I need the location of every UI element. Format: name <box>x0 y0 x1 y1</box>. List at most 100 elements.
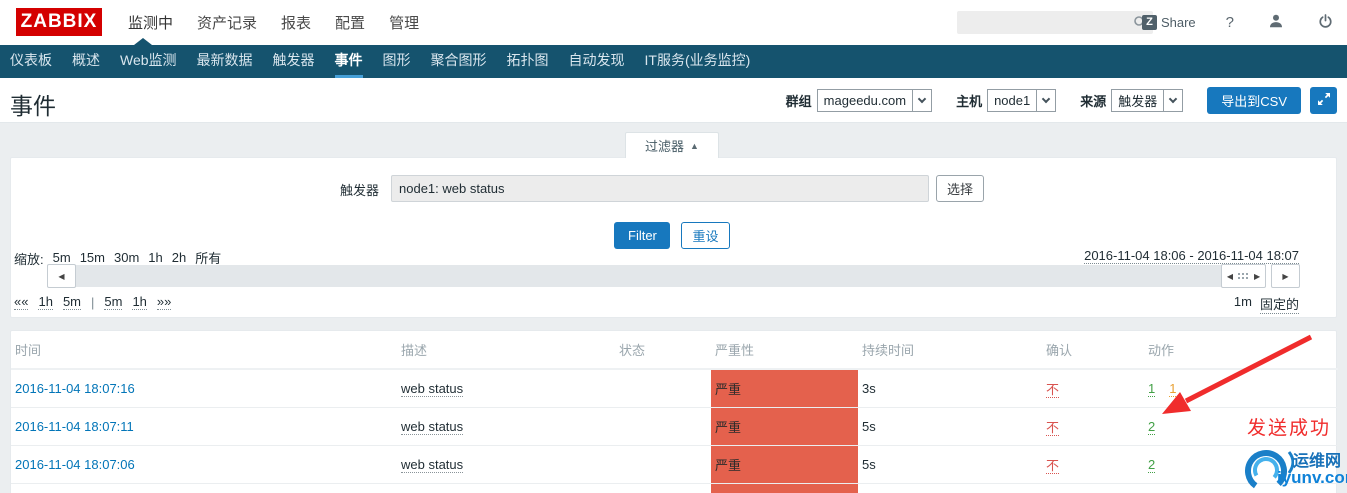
time-nav-links: «« 1h 5m | 5m 1h »» <box>14 294 172 310</box>
subnav-item[interactable]: 概述 <box>72 45 100 78</box>
fullscreen-icon <box>1317 92 1331 109</box>
events-table: 时间 描述 状态 严重性 持续时间 确认 动作 2016-11-04 18:07:16 web… <box>11 331 1338 493</box>
menu-item[interactable]: 管理 <box>389 12 419 33</box>
ack-link[interactable]: 不 <box>1046 420 1060 436</box>
trigger-input[interactable] <box>391 175 929 202</box>
filter-tab-label: 过滤器 <box>645 139 685 154</box>
help-button[interactable]: ? <box>1226 14 1234 31</box>
source-select-value: 触发器 <box>1118 94 1158 109</box>
cell-time: 2016-11-04 18:07:01 <box>11 483 397 493</box>
time-nav-link[interactable]: «« <box>14 294 29 310</box>
column-header: 持续时间 <box>858 331 1042 370</box>
column-header: 确认 <box>1042 331 1144 370</box>
scrollbar-drag-handle[interactable]: ◀ ▶ <box>1221 264 1266 288</box>
subnav-item[interactable]: IT服务(业务监控) <box>645 45 751 78</box>
subnav-item[interactable]: 自动发现 <box>569 45 625 78</box>
action-count-link[interactable]: 1 <box>1148 381 1156 397</box>
menu-item[interactable]: 报表 <box>281 12 311 33</box>
chevron-down-icon <box>912 90 931 111</box>
event-row: 2016-11-04 18:07:11 web status 严重 5s 不 2 <box>11 407 1338 446</box>
event-time-link[interactable]: 2016-11-04 18:07:06 <box>15 457 135 472</box>
menu-item[interactable]: 资产记录 <box>197 12 257 33</box>
subnav-item[interactable]: 触发器 <box>273 45 315 78</box>
zabbix-share-icon: Z <box>1141 15 1157 30</box>
subnav-item[interactable]: 拓扑图 <box>507 45 549 78</box>
time-nav-link[interactable]: 5m <box>62 294 81 310</box>
event-time-link[interactable]: 2016-11-04 18:07:16 <box>15 381 135 396</box>
source-select[interactable]: 触发器 <box>1111 89 1184 112</box>
logout-button[interactable] <box>1318 13 1333 32</box>
header-controls: 群组 mageedu.com 主机 node1 来源 触发器 导出到CSV <box>786 87 1337 114</box>
severity-cell: 严重 <box>711 445 858 484</box>
group-select[interactable]: mageedu.com <box>816 89 933 112</box>
severity-cell: 严重 <box>711 407 858 446</box>
column-header: 严重性 <box>711 331 858 370</box>
menu-item[interactable]: 监测中 <box>128 12 173 33</box>
subnav-item[interactable]: 事件 <box>334 45 363 78</box>
sub-nav: 仪表板 概述 Web监测 最新数据 触发器 事件 图形 聚合图形 拓扑图 自动发现 IT服务(业务监… <box>0 38 1347 78</box>
action-count-link[interactable]: 2 <box>1148 457 1156 473</box>
share-button[interactable]: Z Share <box>1141 15 1196 30</box>
cell-status <box>615 407 711 446</box>
events-table-panel: 时间 描述 状态 严重性 持续时间 确认 动作 2016-11-04 18:07:16 web… <box>10 330 1338 493</box>
severity-cell: 严重 <box>711 369 858 408</box>
top-bar: ZABBIX 监测中 资产记录 报表 配置 管理 Z Share ? <box>0 0 1347 45</box>
cell-status <box>615 445 711 484</box>
subnav-item[interactable]: 仪表板 <box>10 45 52 78</box>
search-input[interactable] <box>963 11 1125 34</box>
time-nav-link[interactable]: »» <box>156 294 172 310</box>
column-header: 动作 <box>1144 331 1338 370</box>
scrollbar-right-button[interactable]: ▶ <box>1271 264 1300 288</box>
severity-cell: 严重 <box>711 483 858 493</box>
scrollbar-left-button[interactable]: ◀ <box>47 264 76 288</box>
host-select-value: node1 <box>994 93 1031 108</box>
fixed-row: 1m 固定的 <box>1234 294 1299 314</box>
zabbix-events-page: ZABBIX 监测中 资产记录 报表 配置 管理 Z Share ? 仪表板 概述 Web监… <box>0 0 1347 493</box>
topbar-menu: 监测中 资产记录 报表 配置 管理 <box>128 0 419 45</box>
search-box[interactable] <box>957 11 1153 34</box>
filter-reset-button[interactable]: 重设 <box>681 222 730 249</box>
user-profile-button[interactable] <box>1268 13 1284 32</box>
cell-description: web status <box>397 369 615 408</box>
event-description-link[interactable]: web status <box>401 419 464 435</box>
page-header: 事件 群组 mageedu.com 主机 node1 来源 触发器 导出到CSV <box>0 78 1347 123</box>
action-count-link[interactable]: 2 <box>1148 419 1156 435</box>
scrollbar-track[interactable] <box>47 265 1266 287</box>
event-time-link[interactable]: 2016-11-04 18:07:11 <box>15 419 134 434</box>
time-nav-link[interactable]: 1h <box>38 294 53 310</box>
fullscreen-button[interactable] <box>1310 87 1337 114</box>
menu-item[interactable]: 配置 <box>335 12 365 33</box>
time-range: 2016-11-04 18:06 - 2016-11-04 18:07 <box>1084 248 1299 264</box>
cell-time: 2016-11-04 18:07:06 <box>11 445 397 484</box>
cell-time: 2016-11-04 18:07:16 <box>11 369 397 408</box>
cell-ack: 不 <box>1042 369 1144 408</box>
time-nav-link[interactable]: 5m <box>104 294 123 310</box>
host-select[interactable]: node1 <box>987 89 1057 112</box>
time-range-link[interactable]: 2016-11-04 18:06 - 2016-11-04 18:07 <box>1084 248 1299 264</box>
time-nav-link[interactable]: 1h <box>132 294 147 310</box>
watermark: 运维网 iyunv.com <box>1240 441 1347 493</box>
host-label: 主机 <box>956 94 983 109</box>
ack-link[interactable]: 不 <box>1046 382 1060 398</box>
ack-link[interactable]: 不 <box>1046 458 1060 474</box>
subnav-item[interactable]: 聚合图形 <box>431 45 487 78</box>
cell-status <box>615 369 711 408</box>
event-description-link[interactable]: web status <box>401 457 464 473</box>
action-count-link[interactable]: 1 <box>1169 381 1177 397</box>
fixed-link[interactable]: 固定的 <box>1259 294 1299 314</box>
time-scrollbar: ◀ ◀ ▶ ▶ <box>47 264 1301 288</box>
cell-description: web status <box>397 407 615 446</box>
filter-tab[interactable]: 过滤器 ▲ <box>625 132 719 158</box>
group-select-value: mageedu.com <box>823 93 907 108</box>
cell-duration: 3s <box>862 381 876 396</box>
subnav-item[interactable]: 最新数据 <box>197 45 253 78</box>
select-trigger-button[interactable]: 选择 <box>936 175 984 202</box>
subnav-item[interactable]: Web监测 <box>120 45 177 78</box>
filter-panel: 触发器 选择 Filter 重设 缩放: 5m15m30m1h2h所有 2016… <box>10 157 1337 318</box>
zabbix-logo[interactable]: ZABBIX <box>16 8 102 36</box>
filter-apply-button[interactable]: Filter <box>614 222 670 249</box>
subnav-item[interactable]: 图形 <box>383 45 411 78</box>
export-csv-button[interactable]: 导出到CSV <box>1207 87 1301 114</box>
cell-ack: 不 <box>1042 407 1144 446</box>
event-description-link[interactable]: web status <box>401 381 464 397</box>
